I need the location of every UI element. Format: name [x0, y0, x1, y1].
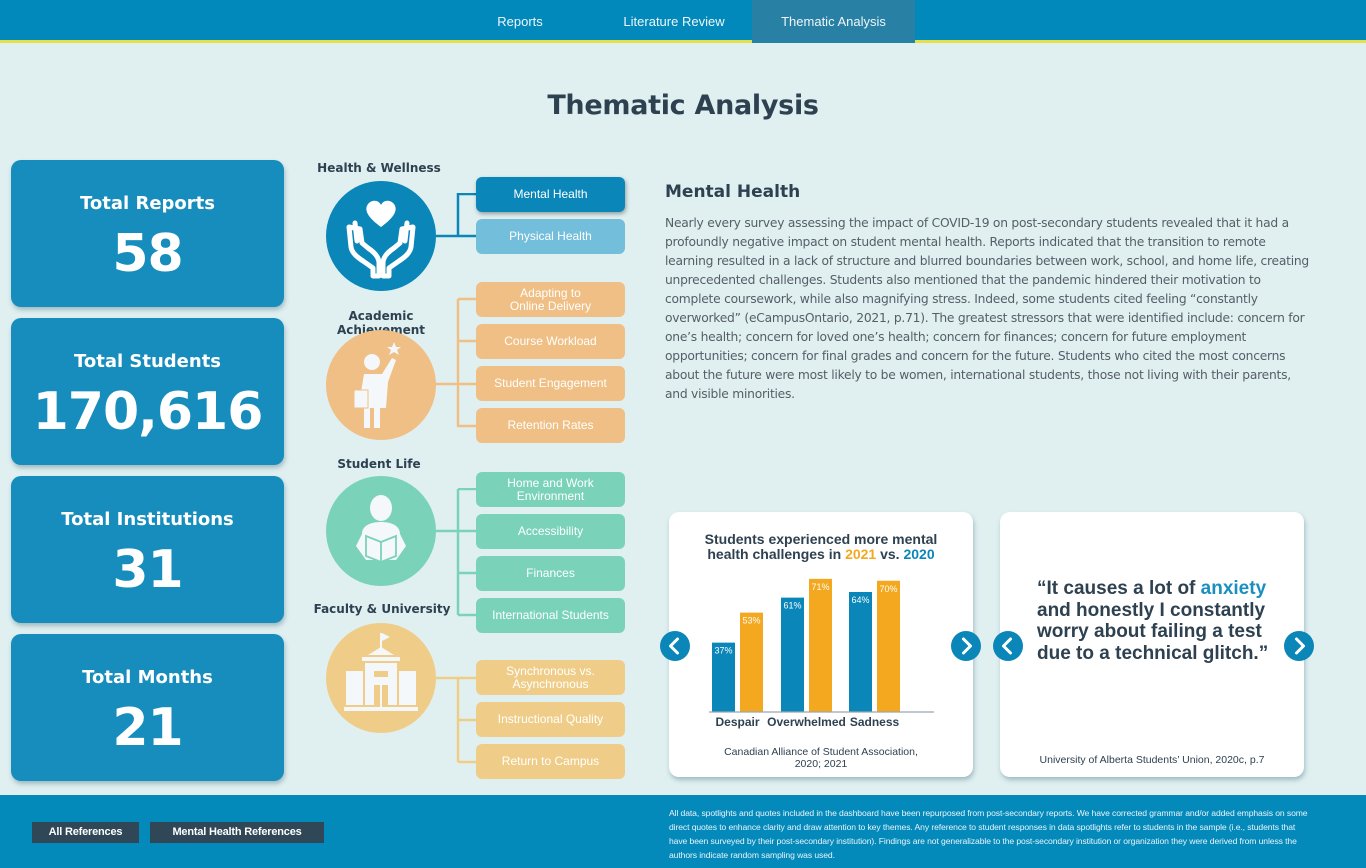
bar-2021-despair [740, 612, 763, 712]
quote-text: “It causes a lot of anxiety and honestly… [1037, 578, 1277, 664]
quote-post: and honestly I constantly worry about fa… [1037, 599, 1269, 664]
tab-reports[interactable]: Reports [470, 0, 570, 43]
hands-heart-icon [326, 181, 436, 291]
theme-button-finances[interactable]: Finances [476, 556, 625, 591]
bar-2021-sadness [877, 580, 900, 712]
chart-source-line1: Canadian Alliance of Student Association… [724, 746, 918, 758]
chart-source-line2: 2020; 2021 [794, 758, 848, 770]
kpi-value: 21 [112, 698, 183, 758]
tab-literature-review[interactable]: Literature Review [596, 0, 752, 43]
mental-health-references-button[interactable]: Mental Health References [150, 822, 324, 843]
kpi-label: Total Institutions [61, 509, 234, 530]
theme-button-mental-health[interactable]: Mental Health [476, 177, 625, 212]
chart-spotlight-card: Students experienced more mental health … [669, 512, 973, 777]
kpi-label: Total Reports [80, 193, 215, 214]
bar-2021-overwhelmed [809, 578, 832, 712]
x-tick-label: Overwhelmed [767, 715, 846, 729]
theme-connector [436, 297, 476, 428]
theme-button-return-to-campus[interactable]: Return to Campus [476, 744, 625, 779]
all-references-button[interactable]: All References [32, 822, 139, 843]
chevron-left-icon [669, 637, 679, 655]
university-building-icon [326, 623, 436, 733]
theme-button-accessibility[interactable]: Accessibility [476, 514, 625, 549]
tab-thematic-analysis[interactable]: Thematic Analysis [752, 0, 915, 43]
theme-button-physical-health[interactable]: Physical Health [476, 219, 625, 254]
theme-title-student-life: Student Life [337, 457, 421, 471]
kpi-value: 58 [112, 224, 183, 284]
chart-source: Canadian Alliance of Student Association… [669, 746, 973, 770]
top-navigation: Reports Literature Review Thematic Analy… [0, 0, 1366, 43]
theme-button-sync-async[interactable]: Synchronous vs. Asynchronous [476, 660, 625, 695]
chart-prev-button[interactable] [660, 631, 690, 661]
chevron-left-icon [1002, 637, 1012, 655]
bar-data-label: 70% [879, 584, 897, 594]
quote-highlight: anxiety [1200, 578, 1267, 599]
theme-connector [436, 676, 476, 764]
detail-title: Mental Health [665, 182, 801, 202]
theme-button-retention-rates[interactable]: Retention Rates [476, 408, 625, 443]
x-tick-label: Despair [715, 715, 759, 729]
kpi-value: 31 [112, 540, 183, 600]
theme-connector [436, 193, 476, 238]
bar-chart: 37% 53% Despair 61% 71% Overwhelmed 64% 70% Sadn… [709, 578, 934, 729]
bar-data-label: 53% [742, 616, 760, 626]
footer: All References Mental Health References … [0, 795, 1366, 868]
theme-button-home-work-environment[interactable]: Home and Work Environment [476, 472, 625, 507]
kpi-label: Total Months [82, 667, 213, 688]
person-reading-icon [326, 476, 436, 586]
bar-data-label: 64% [851, 595, 869, 605]
quote-next-button[interactable] [1284, 631, 1314, 661]
kpi-total-students: Total Students 170,616 [11, 318, 284, 465]
bar-data-label: 37% [714, 646, 732, 656]
student-reaching-star-icon [326, 330, 436, 440]
kpi-total-institutions: Total Institutions 31 [11, 476, 284, 623]
theme-button-international-students[interactable]: International Students [476, 598, 625, 633]
theme-connector [436, 488, 476, 617]
chevron-right-icon [962, 637, 972, 655]
theme-button-adapting-online[interactable]: Adapting to Online Delivery [476, 282, 625, 317]
kpi-label: Total Students [73, 351, 222, 372]
bar-2020-overwhelmed [781, 597, 804, 712]
quote-pre: “It causes a lot of [1037, 578, 1201, 599]
quote-source: University of Alberta Students’ Union, 2… [1039, 754, 1265, 766]
bar-2020-sadness [849, 592, 872, 712]
kpi-value: 170,616 [32, 382, 264, 442]
chevron-right-icon [1295, 637, 1305, 655]
bar-data-label: 61% [783, 601, 801, 611]
theme-button-course-workload[interactable]: Course Workload [476, 324, 625, 359]
bar-data-label: 71% [811, 582, 829, 592]
page-title: Thematic Analysis [547, 90, 819, 121]
kpi-total-months: Total Months 21 [11, 634, 284, 781]
x-tick-label: Sadness [850, 715, 900, 729]
disclaimer-text: All data, spotlights and quotes included… [669, 808, 1308, 860]
chart-next-button[interactable] [951, 631, 981, 661]
detail-body: Nearly every survey assessing the impact… [665, 216, 1309, 401]
theme-title-faculty-university: Faculty & University [313, 602, 451, 616]
kpi-total-reports: Total Reports 58 [11, 160, 284, 307]
theme-button-instructional-quality[interactable]: Instructional Quality [476, 702, 625, 737]
theme-title-health-wellness: Health & Wellness [317, 161, 441, 175]
quote-prev-button[interactable] [993, 631, 1023, 661]
quote-spotlight-card: “It causes a lot of anxiety and honestly… [1000, 512, 1304, 777]
theme-button-student-engagement[interactable]: Student Engagement [476, 366, 625, 401]
